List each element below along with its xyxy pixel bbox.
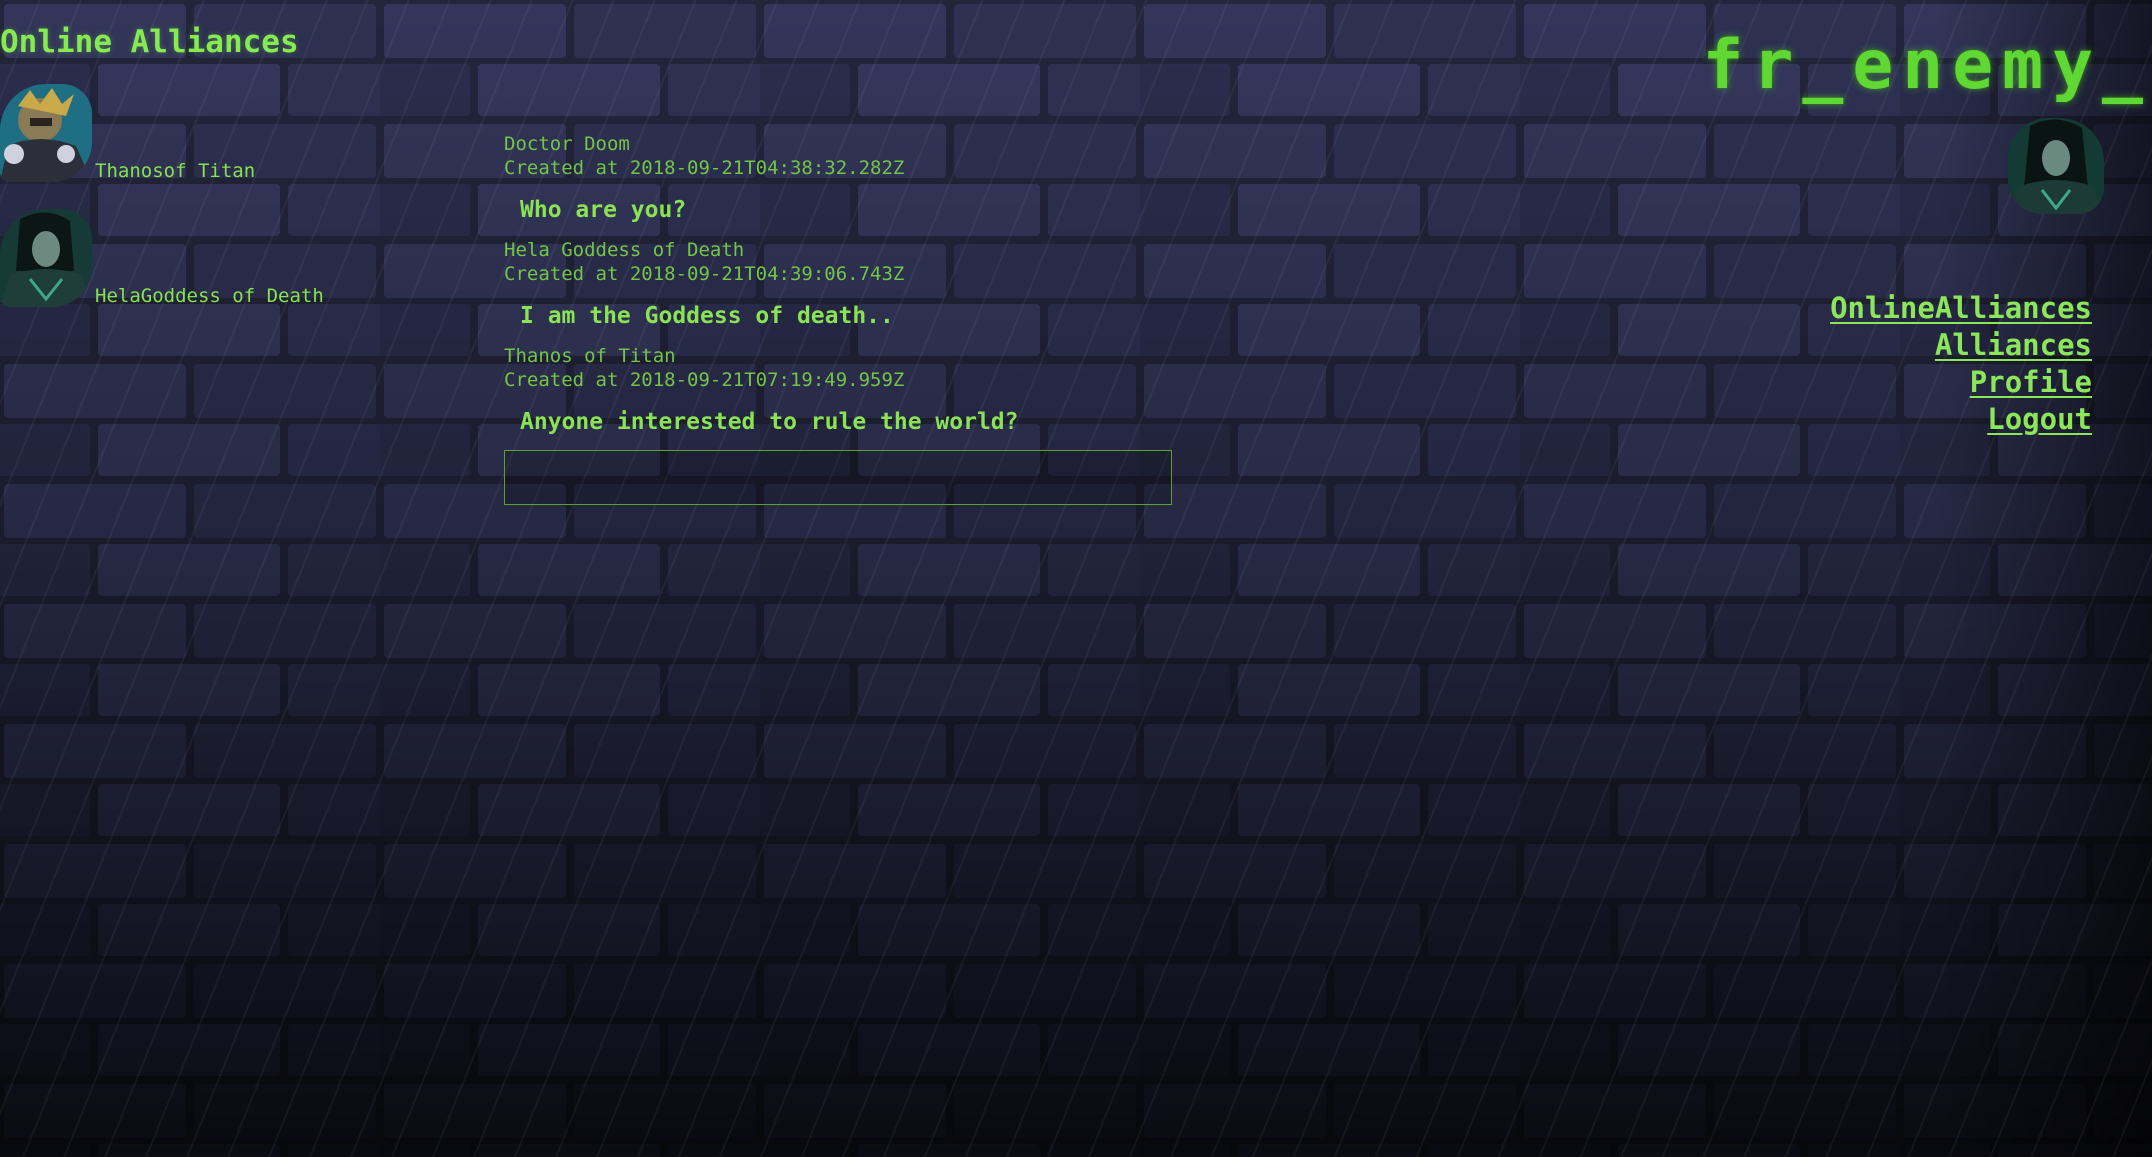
- hela-avatar-image: [0, 209, 92, 307]
- nav-link-profile[interactable]: Profile: [1830, 364, 2092, 401]
- main-nav: OnlineAlliances Alliances Profile Logout: [1830, 290, 2092, 438]
- message-text: Who are you?: [520, 197, 687, 223]
- message-timestamp: Created at 2018-09-21T04:38:32.282Z: [504, 157, 905, 179]
- brand-logo[interactable]: fr_enemy_: [1703, 26, 2152, 105]
- message-author: Thanos of Titan: [504, 345, 676, 367]
- nav-link-logout[interactable]: Logout: [1830, 401, 2092, 438]
- user-item-hela[interactable]: HelaGoddess of Death: [0, 209, 340, 334]
- nav-link-alliances[interactable]: Alliances: [1830, 327, 2092, 364]
- chat-message: Thanos of Titan Created at 2018-09-21T07…: [504, 344, 1194, 436]
- chat-message: Hela Goddess of Death Created at 2018-09…: [504, 238, 1194, 330]
- message-timestamp: Created at 2018-09-21T07:19:49.959Z: [504, 369, 905, 391]
- nav-link-online-alliances[interactable]: OnlineAlliances: [1830, 290, 2092, 327]
- current-user-avatar-image: [2008, 118, 2104, 214]
- online-users-list: Thanosof Titan HelaGoddess of Death: [0, 84, 340, 334]
- current-user-avatar[interactable]: [2008, 118, 2104, 214]
- message-author: Doctor Doom: [504, 133, 630, 155]
- message-text: Anyone interested to rule the world?: [520, 409, 1019, 435]
- thanos-avatar-image: [0, 84, 92, 182]
- hela-avatar[interactable]: [0, 209, 92, 307]
- chat-message: Doctor Doom Created at 2018-09-21T04:38:…: [504, 132, 1194, 224]
- chat-panel: Doctor Doom Created at 2018-09-21T04:38:…: [504, 132, 1194, 505]
- thanos-avatar[interactable]: [0, 84, 92, 182]
- message-author: Hela Goddess of Death: [504, 239, 745, 261]
- chat-message-input[interactable]: [504, 450, 1172, 505]
- online-alliances-title: Online Alliances: [0, 24, 299, 60]
- user-name-hela[interactable]: HelaGoddess of Death: [95, 285, 324, 307]
- message-timestamp: Created at 2018-09-21T04:39:06.743Z: [504, 263, 905, 285]
- message-text: I am the Goddess of death..: [520, 303, 894, 329]
- user-name-thanos[interactable]: Thanosof Titan: [95, 160, 255, 182]
- user-item-thanos[interactable]: Thanosof Titan: [0, 84, 340, 209]
